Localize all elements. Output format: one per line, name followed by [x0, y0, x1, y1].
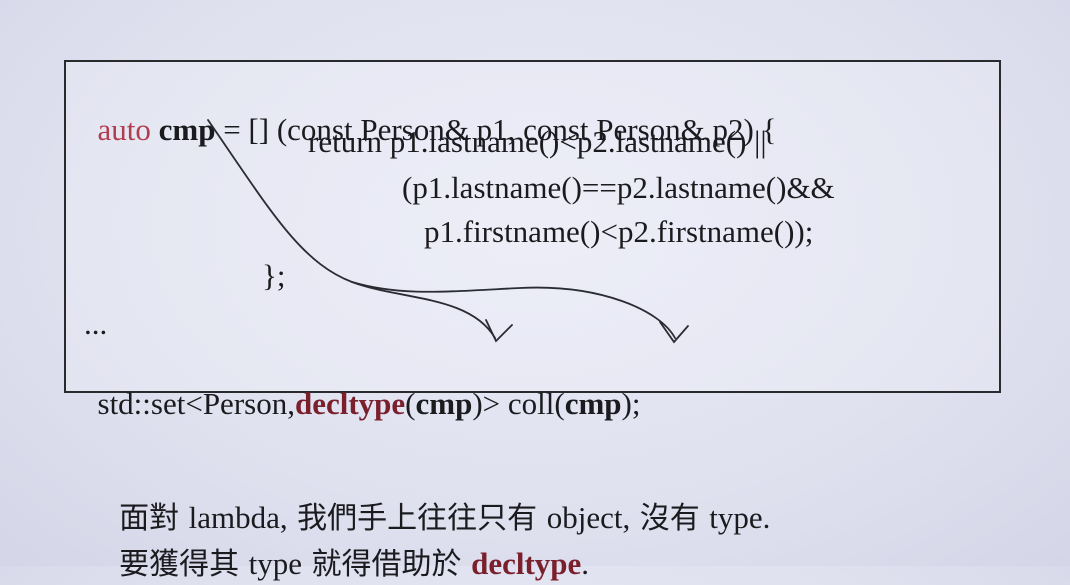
caption-text: 就得借助於 [302, 547, 472, 582]
caption-text: type. [709, 500, 771, 535]
cmp-in-decltype: cmp [415, 386, 473, 421]
caption-text: . [581, 546, 590, 581]
code-line-2: return p1.lastname()<p2.lastname() || [308, 124, 767, 159]
cmp-in-ctor: cmp [564, 386, 622, 421]
paren-open: ( [405, 386, 416, 421]
keyword-decltype: decltype [294, 386, 406, 421]
coll-decl: )> coll( [472, 386, 565, 421]
keyword-auto: auto [97, 112, 151, 147]
code-line-1: auto cmp = [] (const Person& p1, const P… [82, 76, 777, 147]
caption-text: 沒有 [630, 501, 710, 536]
caption-line-2: 要獲得其 type 就得借助於 decltype. [100, 504, 589, 585]
caption-text: type [248, 546, 302, 581]
code-line-7: std::set<Person,decltype(cmp)> coll(cmp)… [82, 350, 641, 421]
caption-decltype: decltype [471, 546, 582, 581]
code-line-3: (p1.lastname()==p2.lastname()&& [402, 170, 835, 205]
code-line-6: ... [84, 306, 108, 341]
statement-end: ); [621, 386, 641, 421]
set-type: std::set<Person, [97, 386, 295, 421]
var-cmp: cmp [158, 112, 216, 147]
caption-text: 要獲得其 [119, 547, 249, 582]
code-line-4: p1.firstname()<p2.firstname()); [424, 214, 814, 249]
code-line-5: }; [262, 258, 286, 293]
